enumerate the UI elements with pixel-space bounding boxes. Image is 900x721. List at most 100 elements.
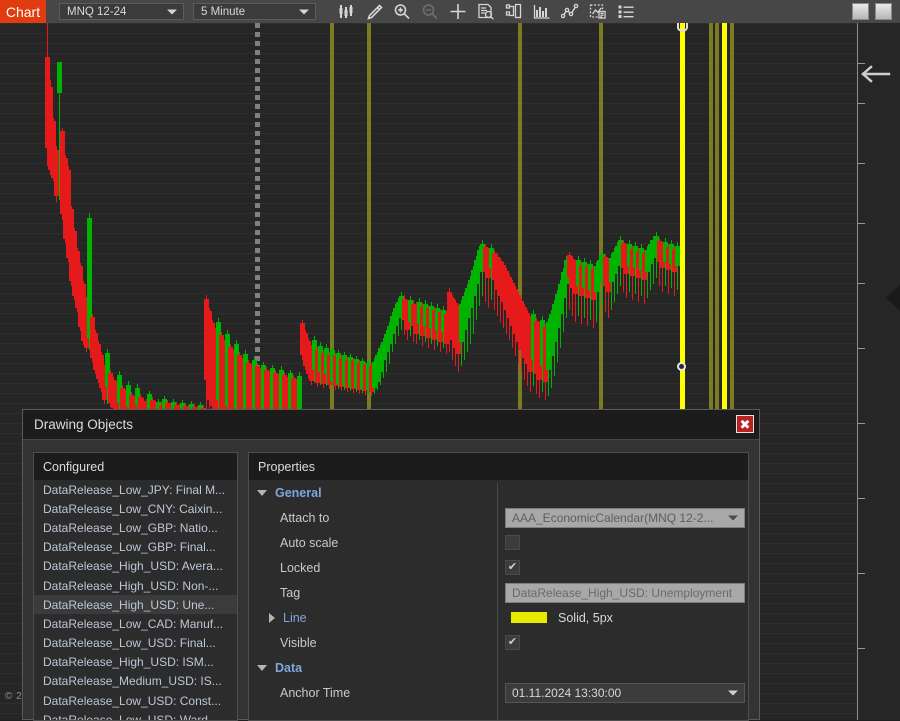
locked-value-wrap: ✔ bbox=[505, 560, 520, 575]
visible-label: Visible bbox=[280, 635, 317, 650]
strategies-icon[interactable] bbox=[556, 0, 584, 23]
close-icon[interactable]: ✖ bbox=[736, 415, 754, 433]
zoom-in-icon[interactable] bbox=[388, 0, 416, 23]
row-attach-to: Attach to AAA_EconomicCalendar(MNQ 12-2.… bbox=[249, 505, 748, 530]
pencil-drawing-icon[interactable] bbox=[360, 0, 388, 23]
drawing-objects-dialog[interactable]: Drawing Objects ✖ Configured DataRelease… bbox=[22, 409, 760, 721]
list-item-label: DataRelease_Low_USD: Const... bbox=[43, 693, 222, 708]
chevron-right-icon bbox=[269, 612, 275, 623]
close-glyph: ✖ bbox=[739, 416, 751, 432]
attach-to-label: Attach to bbox=[280, 510, 330, 525]
configured-list[interactable]: DataRelease_Low_JPY: Final M... DataRelea… bbox=[34, 480, 237, 720]
checkmark-icon: ✔ bbox=[507, 561, 518, 573]
auto-scale-value-wrap bbox=[505, 535, 520, 550]
dialog-title: Drawing Objects bbox=[34, 417, 134, 432]
anchor-time-value-wrap: 01.11.2024 13:30:00 bbox=[505, 682, 745, 703]
row-anchor-time: Anchor Time 01.11.2024 13:30:00 bbox=[249, 680, 748, 705]
price-scale-axis[interactable] bbox=[857, 23, 900, 720]
list-item[interactable]: DataRelease_Low_USD: Const... bbox=[34, 691, 237, 710]
instrument-selector[interactable]: MNQ 12-24 bbox=[59, 3, 184, 20]
toolbar-icon-group bbox=[332, 0, 640, 23]
line-label-wrap: Line bbox=[249, 611, 466, 625]
properties-panel[interactable]: Properties General Attach to AAA_Economi… bbox=[248, 452, 749, 721]
dialog-title-bar[interactable]: Drawing Objects ✖ bbox=[23, 410, 759, 440]
anchor-handle-bottom[interactable] bbox=[677, 362, 686, 371]
restore-button[interactable] bbox=[852, 3, 869, 20]
list-item[interactable]: DataRelease_High_USD: Non-... bbox=[34, 576, 237, 595]
window-buttons bbox=[852, 3, 892, 20]
list-item[interactable]: DataRelease_Low_GBP: Final... bbox=[34, 538, 237, 557]
chart-tab[interactable]: Chart bbox=[0, 0, 46, 23]
list-item-label: DataRelease_High_USD: Une... bbox=[43, 597, 215, 612]
crosshair-icon[interactable] bbox=[444, 0, 472, 23]
indicators-icon[interactable] bbox=[528, 0, 556, 23]
bar-chart-type-icon[interactable] bbox=[332, 0, 360, 23]
drawing-objects-icon[interactable] bbox=[500, 0, 528, 23]
line-label: Line bbox=[283, 610, 307, 625]
top-toolbar: Chart MNQ 12-24 5 Minute bbox=[0, 0, 900, 24]
interval-selector[interactable]: 5 Minute bbox=[193, 3, 316, 20]
configured-header: Configured bbox=[34, 453, 237, 480]
tag-input[interactable]: DataRelease_High_USD: Unemployment bbox=[505, 582, 745, 603]
anchor-time-dropdown[interactable]: 01.11.2024 13:30:00 bbox=[505, 682, 745, 703]
checkmark-icon: ✔ bbox=[507, 636, 518, 648]
list-item-label: DataRelease_High_USD: Non-... bbox=[43, 578, 219, 593]
list-item[interactable]: DataRelease_High_USD: Une... bbox=[34, 595, 237, 615]
list-item[interactable]: DataRelease_Low_CNY: Caixin... bbox=[34, 499, 237, 518]
chevron-down-icon bbox=[299, 9, 309, 14]
scroll-back-arrow-icon[interactable] bbox=[858, 63, 892, 90]
locked-label: Locked bbox=[280, 560, 321, 575]
chevron-down-icon bbox=[728, 690, 738, 695]
chevron-down-icon bbox=[728, 515, 738, 520]
properties-header: Properties bbox=[249, 453, 748, 480]
candle-body bbox=[675, 246, 680, 266]
data-box-icon[interactable] bbox=[472, 0, 500, 23]
configured-objects-panel[interactable]: Configured DataRelease_Low_JPY: Final M.… bbox=[33, 452, 238, 721]
list-item-label: DataRelease_High_USD: Avera... bbox=[43, 559, 223, 574]
properties-list-icon[interactable] bbox=[612, 0, 640, 23]
anchor-time-value: 01.11.2024 13:30:00 bbox=[512, 685, 622, 700]
group-data-label: Data bbox=[275, 660, 303, 675]
list-item-label: DataRelease_Medium_USD: IS... bbox=[43, 674, 222, 689]
chevron-down-icon bbox=[257, 664, 267, 671]
row-visible: Visible ✔ bbox=[249, 630, 748, 655]
list-item[interactable]: DataRelease_Medium_USD: IS... bbox=[34, 672, 237, 691]
row-tag: Tag DataRelease_High_USD: Unemployment bbox=[249, 580, 748, 605]
list-item-label: DataRelease_Low_CAD: Manuf... bbox=[43, 616, 224, 631]
chevron-down-icon bbox=[257, 489, 267, 496]
list-item[interactable]: DataRelease_Low_CAD: Manuf... bbox=[34, 614, 237, 633]
line-color-swatch[interactable] bbox=[511, 612, 547, 623]
line-style-value: Solid, 5px bbox=[558, 610, 613, 625]
tag-value: DataRelease_High_USD: Unemployment bbox=[512, 585, 733, 600]
list-item-label: DataRelease_Low_CNY: Caixin... bbox=[43, 501, 223, 516]
auto-scale-checkbox[interactable] bbox=[505, 535, 520, 550]
row-locked: Locked ✔ bbox=[249, 555, 748, 580]
instrument-value: MNQ 12-24 bbox=[67, 5, 127, 18]
list-item[interactable]: DataRelease_Low_GBP: Natio... bbox=[34, 518, 237, 537]
maximize-button[interactable] bbox=[875, 3, 892, 20]
list-item[interactable]: DataRelease_Low_JPY: Final M... bbox=[34, 480, 237, 499]
list-item-label: DataRelease_Low_GBP: Natio... bbox=[43, 520, 218, 535]
group-data[interactable]: Data bbox=[249, 655, 748, 680]
zoom-out-icon[interactable] bbox=[416, 0, 444, 23]
list-item[interactable]: DataRelease_Low_USD: Ward... bbox=[34, 710, 237, 720]
attach-to-value: AAA_EconomicCalendar(MNQ 12-2... bbox=[512, 510, 714, 525]
visible-checkbox[interactable]: ✔ bbox=[505, 635, 520, 650]
list-item[interactable]: DataRelease_High_USD: Avera... bbox=[34, 557, 237, 576]
list-item[interactable]: DataRelease_Low_USD: Final... bbox=[34, 634, 237, 653]
group-general[interactable]: General bbox=[249, 480, 748, 505]
row-auto-scale: Auto scale bbox=[249, 530, 748, 555]
anchor-handle-top[interactable] bbox=[677, 23, 688, 32]
auto-scale-label: Auto scale bbox=[280, 535, 339, 550]
chart-template-icon[interactable] bbox=[584, 0, 612, 23]
list-item-label: DataRelease_Low_JPY: Final M... bbox=[43, 482, 226, 497]
list-item[interactable]: DataRelease_High_USD: ISM... bbox=[34, 653, 237, 672]
list-item-label: DataRelease_High_USD: ISM... bbox=[43, 655, 214, 670]
attach-to-dropdown[interactable]: AAA_EconomicCalendar(MNQ 12-2... bbox=[505, 507, 745, 528]
interval-value: 5 Minute bbox=[201, 5, 246, 18]
row-line[interactable]: Line Solid, 5px bbox=[249, 605, 748, 630]
candle-body bbox=[57, 62, 62, 93]
locked-checkbox[interactable]: ✔ bbox=[505, 560, 520, 575]
list-item-label: DataRelease_Low_GBP: Final... bbox=[43, 540, 216, 555]
list-item-label: DataRelease_Low_USD: Final... bbox=[43, 636, 216, 651]
